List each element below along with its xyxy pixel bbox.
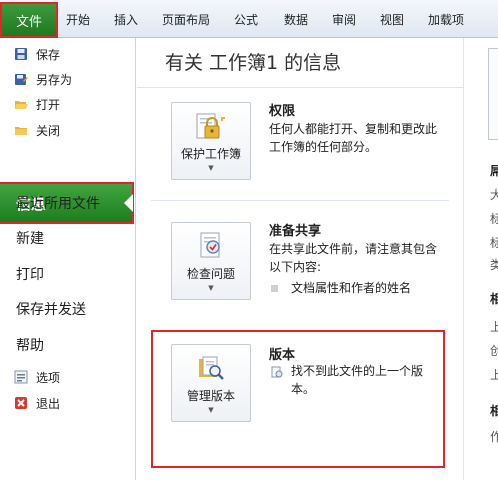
version-document-icon bbox=[271, 366, 283, 378]
menu-new[interactable]: 新建 bbox=[16, 228, 44, 248]
tab-file[interactable]: 文件 bbox=[0, 2, 58, 38]
title-divider bbox=[137, 87, 463, 88]
options-icon bbox=[14, 370, 28, 384]
lock-key-icon bbox=[195, 111, 227, 141]
bullet-icon bbox=[271, 285, 278, 292]
versions-description: 找不到此文件的上一个版本。 bbox=[291, 364, 424, 396]
menu-save-as[interactable]: 另存为 bbox=[14, 69, 72, 89]
prepare-sharing-description: 在共享此文件前，请注意其包含以下内容: bbox=[269, 242, 438, 274]
inspect-document-icon bbox=[195, 231, 227, 261]
workbook-thumbnail bbox=[488, 48, 498, 140]
property-size: 大 bbox=[490, 186, 498, 203]
manage-versions-button[interactable]: 管理版本 ▼ bbox=[171, 344, 251, 422]
tab-home[interactable]: 开始 bbox=[66, 11, 90, 28]
chevron-down-icon: ▼ bbox=[208, 284, 214, 292]
protect-workbook-button[interactable]: 保护工作簿 ▼ bbox=[171, 102, 251, 180]
info-panel: 有关 工作簿1 的信息 保护工作簿 ▼ 权限 任何人都能打开、复制和更改此工作簿… bbox=[137, 38, 463, 480]
date-modified: 上 bbox=[490, 318, 498, 335]
related-people-heading: 相 bbox=[490, 402, 498, 419]
date-created: 创 bbox=[490, 342, 498, 359]
exit-icon bbox=[14, 396, 28, 410]
menu-print[interactable]: 打印 bbox=[16, 264, 44, 284]
properties-heading: 屌 bbox=[490, 162, 498, 179]
save-as-icon bbox=[14, 72, 28, 86]
menu-help[interactable]: 帮助 bbox=[16, 335, 44, 355]
tab-addins[interactable]: 加载项 bbox=[428, 11, 464, 28]
check-issues-button[interactable]: 检查问题 ▼ bbox=[171, 222, 251, 300]
menu-options[interactable]: 选项 bbox=[14, 367, 60, 387]
property-tags: 标 bbox=[490, 234, 498, 251]
tab-view[interactable]: 视图 bbox=[380, 11, 404, 28]
manage-versions-label: 管理版本 bbox=[186, 389, 235, 403]
tab-insert[interactable]: 插入 bbox=[114, 11, 138, 28]
versions-heading: 版本 bbox=[269, 348, 296, 363]
prepare-sharing-heading: 准备共享 bbox=[269, 224, 322, 239]
chevron-down-icon: ▼ bbox=[208, 406, 214, 414]
close-folder-icon bbox=[14, 123, 28, 137]
protect-workbook-label: 保护工作簿 bbox=[180, 147, 241, 161]
property-category: 类 bbox=[490, 256, 498, 273]
permissions-heading: 权限 bbox=[269, 104, 296, 119]
tab-review[interactable]: 审阅 bbox=[332, 11, 356, 28]
menu-open-label: 打开 bbox=[36, 97, 61, 112]
author-label: 作 bbox=[490, 428, 498, 445]
doc-properties-item: 文档属性和作者的姓名 bbox=[291, 281, 412, 295]
chevron-down-icon: ▼ bbox=[208, 164, 214, 172]
ribbon-tab-bar: 文件 开始 插入 页面布局 公式 数据 审阅 视图 加载项 bbox=[0, 0, 498, 38]
check-issues-label: 检查问题 bbox=[186, 267, 235, 281]
menu-save[interactable]: 保存 bbox=[14, 44, 60, 64]
menu-save-as-label: 另存为 bbox=[36, 72, 73, 87]
property-title: 标 bbox=[490, 210, 498, 227]
menu-open[interactable]: 打开 bbox=[14, 94, 60, 114]
date-printed: 上 bbox=[490, 366, 498, 383]
menu-recent[interactable]: 最近所用文件 bbox=[16, 193, 100, 213]
tab-page-layout[interactable]: 页面布局 bbox=[162, 11, 210, 28]
properties-pane: 屌 大 标 标 类 相 上 创 上 相 作 bbox=[463, 38, 498, 480]
floppy-disk-icon bbox=[14, 47, 28, 61]
menu-save-label: 保存 bbox=[36, 47, 61, 62]
menu-exit[interactable]: 退出 bbox=[14, 393, 60, 413]
menu-options-label: 选项 bbox=[36, 370, 61, 385]
backstage-menu: 保存 另存为 打开 关闭 信息 最近所用文件 新建 打印 保存并发送 帮助 选项… bbox=[0, 38, 136, 480]
menu-exit-label: 退出 bbox=[36, 396, 61, 411]
section-divider bbox=[151, 200, 449, 201]
open-folder-icon bbox=[14, 97, 28, 111]
menu-save-send[interactable]: 保存并发送 bbox=[16, 299, 86, 319]
menu-close-label: 关闭 bbox=[36, 123, 61, 138]
tab-formulas[interactable]: 公式 bbox=[234, 11, 258, 28]
menu-close[interactable]: 关闭 bbox=[14, 120, 60, 140]
page-title: 有关 工作簿1 的信息 bbox=[165, 52, 342, 74]
related-dates-heading: 相 bbox=[490, 290, 498, 307]
manage-versions-icon bbox=[195, 353, 227, 383]
permissions-description: 任何人都能打开、复制和更改此工作簿的任何部分。 bbox=[269, 122, 438, 154]
tab-data[interactable]: 数据 bbox=[284, 11, 308, 28]
